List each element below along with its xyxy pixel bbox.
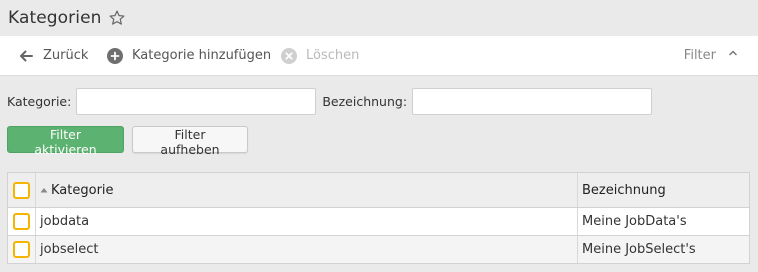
apply-filter-button[interactable]: Filter aktivieren <box>7 126 124 157</box>
row-checkbox[interactable] <box>13 213 30 230</box>
categories-table: Kategorie Bezeichnung jobdata Meine JobD… <box>7 172 750 264</box>
filter-label: Filter <box>683 48 716 63</box>
add-category-button[interactable]: Kategorie hinzufügen <box>107 36 271 75</box>
delete-label: Löschen <box>306 48 360 63</box>
cell-kategorie: jobdata <box>36 208 578 235</box>
table-row[interactable]: jobselect Meine JobSelect's <box>8 235 749 263</box>
table-row[interactable]: jobdata Meine JobData's <box>8 207 749 235</box>
select-all-checkbox[interactable] <box>13 181 30 199</box>
close-circle-icon <box>281 47 297 64</box>
back-button[interactable]: Zurück <box>18 36 88 75</box>
add-category-label: Kategorie hinzufügen <box>132 48 272 63</box>
sort-ascending-icon <box>40 186 48 194</box>
filter-row: Kategorie: Bezeichnung: <box>7 88 653 115</box>
column-header-bezeichnung[interactable]: Bezeichnung <box>578 173 749 207</box>
page-title: Kategorien <box>8 8 102 28</box>
toolbar: Zurück Kategorie hinzufügen Löschen Filt… <box>0 36 758 76</box>
description-filter-label: Bezeichnung: <box>322 94 408 109</box>
column-header-label: Bezeichnung <box>582 182 666 198</box>
chevron-up-icon <box>728 48 738 64</box>
clear-filter-button[interactable]: Filter aufheben <box>132 126 248 157</box>
column-header-kategorie[interactable]: Kategorie <box>36 173 578 207</box>
category-filter-label: Kategorie: <box>7 94 72 109</box>
back-label: Zurück <box>43 48 89 63</box>
column-header-label: Kategorie <box>51 182 114 198</box>
cell-bezeichnung: Meine JobSelect's <box>582 242 696 257</box>
table-header-row: Kategorie Bezeichnung <box>8 173 749 207</box>
category-filter-input[interactable] <box>76 88 317 115</box>
page-header: Kategorien <box>0 0 758 36</box>
row-checkbox[interactable] <box>13 241 30 258</box>
plus-circle-icon <box>107 47 123 64</box>
arrow-left-icon <box>18 48 34 64</box>
cell-kategorie: jobselect <box>36 236 578 263</box>
filter-toggle[interactable]: Filter <box>684 36 738 75</box>
delete-button[interactable]: Löschen <box>281 36 359 75</box>
description-filter-input[interactable] <box>412 88 653 115</box>
star-icon[interactable] <box>108 9 126 27</box>
cell-bezeichnung: Meine JobData's <box>582 214 687 229</box>
